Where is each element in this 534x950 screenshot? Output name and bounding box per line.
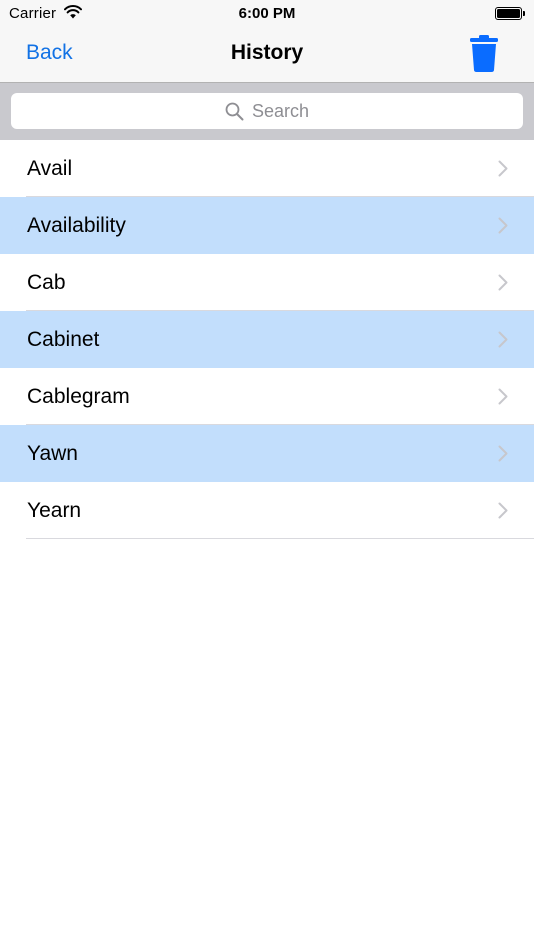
row-separator xyxy=(26,538,534,539)
history-row[interactable]: Cabinet xyxy=(0,311,534,368)
history-row-label: Avail xyxy=(27,156,73,180)
history-row-label: Availability xyxy=(27,213,126,237)
history-row-label: Cablegram xyxy=(27,384,130,408)
history-row[interactable]: Cablegram xyxy=(0,368,534,425)
navigation-bar: Back History xyxy=(0,30,534,83)
battery-icon xyxy=(495,7,525,20)
search-bar: Search xyxy=(0,83,534,140)
history-list: Avail Availability Cab Cabinet Cablegram Yawn… xyxy=(0,140,534,539)
history-row[interactable]: Avail xyxy=(0,140,534,197)
chevron-right-icon xyxy=(498,388,508,405)
status-time: 6:00 PM xyxy=(238,5,296,22)
history-screen: Carrier 6:00 PM Back History Search Avai… xyxy=(0,0,534,950)
history-row[interactable]: Yawn xyxy=(0,425,534,482)
history-row[interactable]: Availability xyxy=(0,197,534,254)
chevron-right-icon xyxy=(498,160,508,177)
chevron-right-icon xyxy=(498,331,508,348)
history-row-label: Yearn xyxy=(27,498,82,522)
search-input[interactable]: Search xyxy=(11,93,523,129)
history-row[interactable]: Cab xyxy=(0,254,534,311)
search-placeholder: Search xyxy=(251,100,310,121)
history-row-label: Cab xyxy=(27,270,66,294)
chevron-right-icon xyxy=(498,217,508,234)
page-title: History xyxy=(230,41,304,64)
history-row[interactable]: Yearn xyxy=(0,482,534,539)
status-bar: Carrier 6:00 PM xyxy=(0,0,534,30)
chevron-right-icon xyxy=(498,445,508,462)
history-row-label: Yawn xyxy=(27,441,78,465)
magnifier-icon xyxy=(225,102,244,120)
chevron-right-icon xyxy=(498,274,508,291)
history-row-label: Cabinet xyxy=(27,327,100,351)
trash-icon[interactable] xyxy=(470,34,498,72)
chevron-right-icon xyxy=(498,502,508,519)
